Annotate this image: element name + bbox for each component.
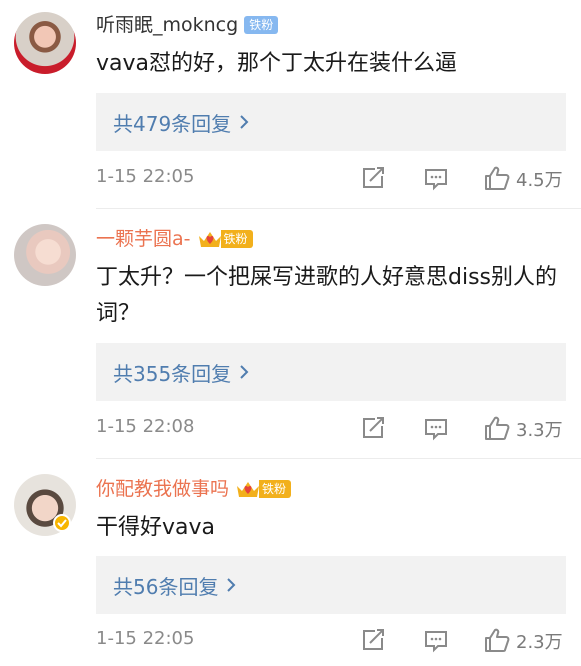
reply-count-label: 共56条回复 [113, 574, 219, 599]
comment-meta: 1-15 22:05 4.5万 [96, 163, 566, 193]
comment-text: vava怼的好，那个丁太升在装什么逼 [96, 51, 458, 76]
comment-icon[interactable] [421, 625, 451, 655]
timestamp: 1-15 22:05 [96, 166, 195, 187]
comment-header: 一颗芋圆a- 铁粉 [96, 226, 253, 252]
username[interactable]: 一颗芋圆a- [96, 226, 191, 252]
chevron-right-icon [227, 578, 236, 592]
comment-icon[interactable] [421, 413, 451, 443]
comment-icon[interactable] [421, 163, 451, 193]
avatar[interactable] [14, 224, 76, 286]
username[interactable]: 听雨眠_mokncg [96, 12, 238, 38]
like-count: 4.5万 [516, 170, 563, 191]
reply-count-label: 共479条回复 [113, 111, 232, 136]
like-icon[interactable] [482, 625, 512, 655]
fan-badge[interactable]: 铁粉 [244, 15, 279, 35]
share-icon[interactable] [358, 163, 388, 193]
username[interactable]: 你配教我做事吗 [96, 476, 229, 502]
chevron-right-icon [240, 365, 249, 379]
like-count: 3.3万 [516, 420, 563, 441]
reply-summary-button[interactable]: 共355条回复 [96, 343, 566, 401]
fan-badge-label: 铁粉 [259, 480, 292, 498]
timestamp: 1-15 22:05 [96, 628, 195, 649]
chevron-right-icon [240, 115, 249, 129]
fan-badge[interactable]: 铁粉 [235, 479, 292, 499]
avatar[interactable] [14, 12, 76, 74]
fan-badge-label: 铁粉 [244, 16, 279, 34]
crown-icon [237, 482, 260, 497]
divider [96, 208, 581, 209]
timestamp: 1-15 22:08 [96, 416, 195, 437]
fan-badge[interactable]: 铁粉 [197, 229, 253, 249]
comment-header: 你配教我做事吗 铁粉 [96, 476, 292, 502]
comment-meta: 1-15 22:08 3.3万 [96, 413, 566, 443]
comment-text: 干得好vava [96, 515, 216, 540]
reply-summary-button[interactable]: 共479条回复 [96, 93, 566, 151]
reply-count-label: 共355条回复 [113, 361, 232, 386]
crown-icon [198, 232, 221, 247]
fan-badge-label: 铁粉 [220, 230, 253, 248]
share-icon[interactable] [358, 413, 388, 443]
like-count: 2.3万 [516, 632, 563, 653]
divider [96, 458, 581, 459]
comment-meta: 1-15 22:05 2.3万 [96, 625, 566, 655]
verified-badge-icon [53, 514, 71, 532]
comment-header: 听雨眠_mokncg 铁粉 [96, 12, 279, 38]
like-icon[interactable] [482, 163, 512, 193]
reply-summary-button[interactable]: 共56条回复 [96, 556, 566, 614]
comment-text: 丁太升？一个把屎写进歌的人好意思diss别人的词？ [96, 265, 558, 326]
share-icon[interactable] [358, 625, 388, 655]
like-icon[interactable] [482, 413, 512, 443]
